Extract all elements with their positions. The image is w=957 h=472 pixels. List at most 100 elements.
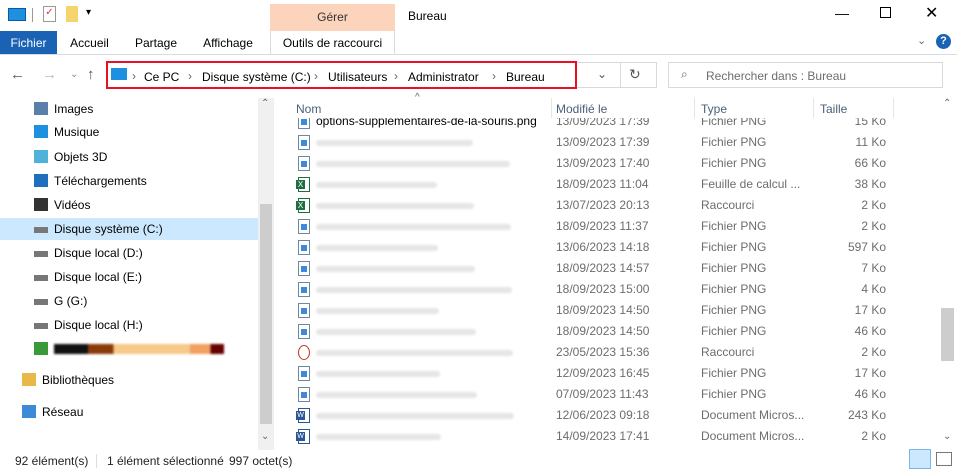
chevron-right-icon[interactable]: › [492,69,496,83]
tab-fichier[interactable]: Fichier [0,31,57,55]
crumb-bureau[interactable]: Bureau [506,70,545,84]
file-size: 243 Ko [847,408,886,422]
file-type: Feuille de calcul ... [701,177,801,191]
excel-file-icon [296,177,310,192]
chevron-right-icon[interactable]: › [394,69,398,83]
divider [0,54,957,55]
column-type[interactable]: Type [701,102,727,116]
file-type: Fichier PNG [701,240,767,254]
file-size: 15 Ko [854,118,886,128]
file-row[interactable]: 13/09/2023 17:39 Fichier PNG 11 Ko [290,132,930,153]
file-row[interactable]: 23/05/2023 15:36 Raccourci 2 Ko [290,342,930,363]
refresh-icon[interactable]: ↻ [629,66,641,83]
redacted-name [316,182,437,188]
file-row[interactable]: 18/09/2023 14:50 Fichier PNG 17 Ko [290,300,930,321]
file-list: options-supplementaires-de-la-souris.png… [0,118,940,450]
file-type: Document Micros... [701,429,805,443]
tab-partage[interactable]: Partage [127,31,185,55]
maximize-button[interactable] [880,7,891,18]
sidebar-item[interactable]: Images [0,98,258,120]
file-type: Fichier PNG [701,324,767,338]
file-row[interactable]: 18/09/2023 14:57 Fichier PNG 7 Ko [290,258,930,279]
redacted-name [316,392,477,398]
search-input[interactable]: ⌕ Rechercher dans : Bureau [668,62,943,88]
close-button[interactable]: ✕ [925,3,938,23]
scroll-up-icon[interactable]: ⌃ [943,98,951,109]
png-file-icon [298,324,310,339]
properties-icon[interactable]: ✓ [43,6,56,22]
chevron-right-icon[interactable]: › [314,69,318,83]
up-button[interactable]: ↑ [87,66,95,83]
tab-accueil[interactable]: Accueil [62,31,117,55]
computer-icon [8,8,26,21]
customize-quick-access-icon[interactable]: ▾ [86,7,91,18]
png-file-icon [298,240,310,255]
file-size: 2 Ko [861,198,886,212]
crumb-ce-pc[interactable]: Ce PC [144,70,179,84]
redacted-name [316,161,510,167]
png-file-icon [298,282,310,297]
crumb-administrator[interactable]: Administrator [408,70,479,84]
file-size: 4 Ko [861,282,886,296]
forward-button[interactable]: → [42,66,57,83]
file-row[interactable]: 07/09/2023 11:43 Fichier PNG 46 Ko [290,384,930,405]
new-folder-icon[interactable] [66,6,78,22]
address-bar[interactable]: › Ce PC › Disque système (C:) › Utilisat… [106,61,577,89]
file-modified: 18/09/2023 15:00 [556,282,650,296]
details-view-button[interactable] [909,449,931,469]
scrollbar-thumb[interactable] [941,308,954,361]
png-file-icon [298,387,310,402]
column-name[interactable]: Nom [296,102,321,116]
minimize-button[interactable]: — [835,5,849,21]
file-type: Raccourci [701,198,755,212]
context-tab-group: Gérer [270,4,395,31]
window-title: Bureau [408,9,447,23]
shortcut-icon [298,345,310,360]
file-row[interactable]: 13/06/2023 14:18 Fichier PNG 597 Ko [290,237,930,258]
divider [96,454,97,468]
file-modified: 13/09/2023 17:39 [556,135,650,149]
file-type: Raccourci [701,345,755,359]
file-size: 2 Ko [861,219,886,233]
tab-outils-de-raccourci[interactable]: Outils de raccourci [270,31,395,55]
file-modified: 13/07/2023 20:13 [556,198,650,212]
png-file-icon [298,219,310,234]
file-modified: 13/06/2023 14:18 [556,240,650,254]
tab-affichage[interactable]: Affichage [196,31,260,55]
file-size: 46 Ko [854,324,886,338]
scroll-up-icon[interactable]: ⌃ [261,98,269,109]
expand-ribbon-icon[interactable]: ⌄ [917,34,926,47]
divider [551,98,552,118]
file-list-scrollbar[interactable]: ⌃ ⌄ [939,98,956,450]
back-button[interactable]: ← [10,66,25,83]
address-dropdown-icon[interactable]: ⌄ [597,67,607,81]
file-row[interactable]: 12/06/2023 09:18 Document Micros... 243 Ko [290,405,930,426]
file-modified: 18/09/2023 11:37 [556,219,649,233]
chevron-right-icon[interactable]: › [188,69,192,83]
large-icons-view-button[interactable] [936,452,952,466]
chevron-right-icon[interactable]: › [132,69,136,83]
crumb-utilisateurs[interactable]: Utilisateurs [328,70,387,84]
help-icon[interactable]: ? [936,34,951,49]
file-modified: 13/09/2023 17:39 [556,118,650,128]
file-row[interactable]: 13/07/2023 20:13 Raccourci 2 Ko [290,195,930,216]
scroll-down-icon[interactable]: ⌄ [943,431,951,442]
crumb-disque-systeme[interactable]: Disque système (C:) [202,70,311,84]
file-row[interactable]: 18/09/2023 11:04 Feuille de calcul ... 38 … [290,174,930,195]
file-row[interactable]: 18/09/2023 14:50 Fichier PNG 46 Ko [290,321,930,342]
file-size: 7 Ko [861,261,886,275]
file-row[interactable]: 13/09/2023 17:40 Fichier PNG 66 Ko [290,153,930,174]
file-row[interactable]: options-supplementaires-de-la-souris.png… [290,118,930,132]
file-row[interactable]: 12/09/2023 16:45 Fichier PNG 17 Ko [290,363,930,384]
computer-icon [111,68,127,80]
file-row[interactable]: 18/09/2023 11:37 Fichier PNG 2 Ko [290,216,930,237]
file-size: 17 Ko [854,303,886,317]
redacted-name [316,245,438,251]
recent-locations-button[interactable]: ⌄ [70,69,78,80]
file-row[interactable]: 14/09/2023 17:41 Document Micros... 2 Ko [290,426,930,447]
column-size[interactable]: Taille [820,102,847,116]
column-modified[interactable]: Modifié le [556,102,607,116]
file-row[interactable]: 18/09/2023 15:00 Fichier PNG 4 Ko [290,279,930,300]
redacted-name [316,371,440,377]
file-modified: 18/09/2023 14:50 [556,303,650,317]
